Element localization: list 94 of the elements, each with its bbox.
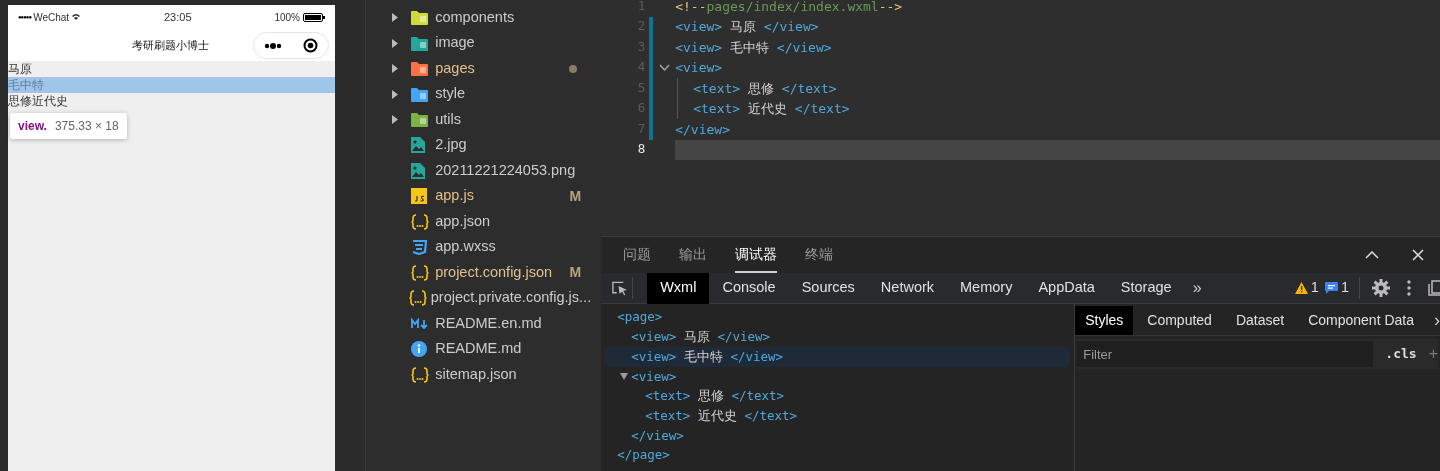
devtools-tab[interactable]: Network [867, 272, 948, 304]
file-tree-item[interactable]: sitemap.json [366, 362, 602, 388]
code-line: </view> [675, 120, 730, 139]
wxml-node[interactable]: <text> 近代史 </text> [605, 406, 1071, 427]
code-line: <text> 近代史 </text> [693, 100, 850, 118]
expand-arrow-icon [392, 89, 399, 99]
code-line: <view> 毛中特 </view> [675, 38, 832, 57]
panel-tab[interactable]: 问题 [623, 237, 652, 273]
git-status: M [569, 186, 582, 206]
file-tree-item[interactable]: app.json [366, 209, 602, 235]
code-line: <view> [675, 59, 723, 77]
tooltip-tag: view. [18, 117, 47, 135]
close-icon [1412, 249, 1424, 261]
file-tree-item[interactable]: image [366, 30, 602, 56]
filter-field[interactable]: Filter [1077, 341, 1374, 367]
close-icon [302, 38, 318, 53]
code-line: <!--pages/index/index.wxml--> [675, 0, 903, 16]
more-tabs-button[interactable]: » [1184, 276, 1210, 300]
devtools-tab[interactable]: AppData [1025, 272, 1108, 304]
git-status: M [569, 263, 582, 283]
code-line: <text> 思修 </text> [693, 79, 837, 98]
page-title: 考研刷题小博士 [132, 38, 209, 53]
chevron-up-icon [1365, 251, 1379, 259]
styles-tab[interactable]: Computed [1137, 306, 1222, 335]
settings-icon [1372, 279, 1390, 297]
view-text: 马原 [8, 61, 33, 77]
devtools-tab[interactable]: Console [709, 272, 789, 304]
panel-tab[interactable]: 输出 [679, 237, 708, 273]
settings-button[interactable] [1370, 277, 1392, 299]
expand-arrow-icon [392, 64, 399, 74]
cls-button[interactable]: .cls [1373, 344, 1429, 364]
status-time: 23:05 [164, 9, 192, 25]
braces-icon [411, 366, 430, 383]
wxml-node[interactable]: </view> [605, 426, 1071, 446]
battery-icon [303, 12, 325, 22]
wxml-node[interactable]: </page> [605, 445, 1071, 466]
dock-icon [1428, 280, 1440, 296]
message-icon [1324, 282, 1338, 294]
warning-count: 1 [1310, 278, 1319, 298]
image-file-icon [411, 162, 426, 179]
capsule-button[interactable] [253, 32, 329, 59]
inspect-icon [611, 279, 629, 297]
carrier-name: WeChat [33, 10, 70, 25]
braces-icon [409, 290, 428, 307]
line-number: 8 [636, 140, 647, 159]
file-tree-item[interactable]: README.md [366, 336, 602, 362]
styles-tab[interactable]: Styles [1075, 306, 1134, 335]
css-file-icon [411, 239, 428, 256]
braces-icon [411, 264, 430, 281]
expand-arrow-icon [392, 38, 399, 48]
file-tree-item[interactable]: utils [366, 107, 602, 133]
more-icon [264, 42, 283, 49]
file-tree-item[interactable]: style [366, 81, 602, 107]
devtools-tab[interactable]: Storage [1107, 272, 1185, 304]
kebab-icon [1407, 280, 1411, 296]
wxml-node[interactable]: <view> 毛中特 </view> [605, 347, 1071, 368]
code-line: <view> 马原 </view> [675, 18, 819, 36]
js-file-icon [411, 188, 428, 205]
file-tree-item[interactable]: 2.jpg [366, 132, 602, 158]
file-tree-item[interactable]: app.wxss [366, 234, 602, 260]
file-tree-item[interactable]: 20211221224053.png [366, 158, 602, 184]
file-tree-item[interactable]: app.js M [366, 183, 602, 209]
file-tree-item[interactable]: project.private.config.js... [366, 285, 602, 311]
view-text: 思修近代史 [8, 93, 69, 109]
info-icon [411, 341, 428, 358]
expand-arrow-icon [392, 13, 399, 23]
markdown-icon [411, 317, 430, 330]
more-tabs-button[interactable]: › [1434, 307, 1440, 334]
view-text: 毛中特 [8, 77, 335, 93]
styles-tab[interactable]: Component Data [1298, 306, 1424, 335]
expand-arrow-icon [392, 115, 399, 125]
file-tree-item[interactable]: README.en.md [366, 311, 602, 337]
message-count: 1 [1340, 277, 1360, 299]
dock-button[interactable] [1428, 277, 1440, 299]
inspect-button[interactable] [611, 277, 634, 299]
styles-tab[interactable]: Dataset [1225, 306, 1295, 335]
wxml-node[interactable]: <view> 马原 </view> [605, 327, 1071, 348]
file-tree-item[interactable]: pages [366, 56, 602, 82]
wifi-icon [71, 13, 82, 21]
wxml-node[interactable]: <text> 思修 </text> [605, 386, 1071, 407]
devtools-tab[interactable]: Wxml [647, 272, 710, 304]
expand-triangle-icon[interactable] [620, 372, 629, 380]
panel-tab[interactable]: 终端 [805, 237, 834, 273]
devtools-tab[interactable]: Memory [947, 272, 1026, 304]
warning-icon [1294, 282, 1308, 294]
image-file-icon [411, 137, 426, 154]
wxml-node[interactable]: <page> [605, 308, 1071, 328]
braces-icon [411, 213, 430, 230]
devtools-tab[interactable]: Sources [788, 272, 868, 304]
file-tree-item[interactable]: project.config.json M [366, 260, 602, 286]
battery-level: 100% [274, 10, 300, 25]
file-tree-item[interactable]: components [366, 5, 602, 31]
tooltip-size: 375.33 × 18 [54, 118, 119, 135]
wxml-node[interactable]: <view> [605, 367, 1071, 387]
